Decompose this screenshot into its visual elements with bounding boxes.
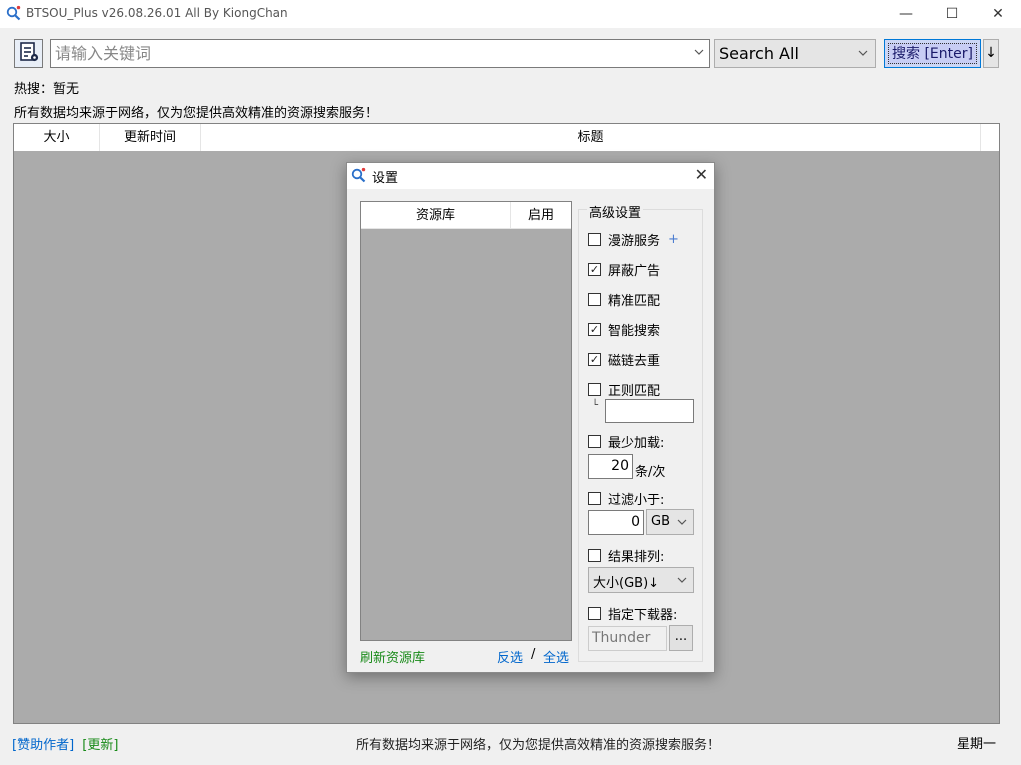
column-header-library[interactable]: 资源库	[361, 202, 511, 229]
checkbox-box[interactable]	[588, 383, 601, 396]
downloader-input[interactable]: Thunder	[588, 626, 667, 651]
checkbox-box[interactable]	[588, 549, 601, 562]
roaming-service-checkbox[interactable]: 漫游服务 +	[588, 230, 679, 249]
search-button[interactable]: 搜索 [Enter]	[884, 39, 981, 68]
search-input[interactable]	[51, 40, 681, 67]
invert-selection-link[interactable]: 反选	[497, 647, 523, 666]
plus-icon[interactable]: +	[668, 232, 679, 247]
column-header-title[interactable]: 标题	[201, 124, 981, 151]
magnifier-icon	[351, 167, 367, 183]
corner-connector-icon: └	[592, 400, 599, 411]
sort-results-value: 大小(GB)↓	[593, 576, 660, 591]
sponsor-link[interactable]: [赞助作者]	[12, 738, 74, 753]
library-list-header: 资源库 启用	[361, 202, 571, 229]
regex-input[interactable]	[605, 399, 694, 423]
checkbox-box[interactable]	[588, 293, 601, 306]
minimize-button[interactable]: —	[883, 0, 929, 28]
checkbox-label: 漫游服务	[608, 234, 661, 249]
regex-match-checkbox[interactable]: 正则匹配	[588, 380, 660, 399]
filter-unit-select[interactable]: GB	[646, 509, 694, 535]
check-icon[interactable]: ✓	[588, 263, 601, 276]
weekday-label: 星期一	[957, 737, 997, 752]
notice-text: 所有数据均来源于网络，仅为您提供高效精准的资源搜索服务！	[14, 106, 379, 121]
dialog-close-button[interactable]: ✕	[695, 165, 708, 184]
smart-search-checkbox[interactable]: ✓ 智能搜索	[588, 320, 660, 339]
chevron-down-icon	[857, 47, 869, 62]
downloader-checkbox[interactable]: 指定下载器:	[588, 604, 677, 623]
table-header: 大小 更新时间 标题	[14, 124, 999, 151]
check-icon[interactable]: ✓	[588, 323, 601, 336]
select-all-link[interactable]: 全选	[543, 647, 569, 666]
check-icon[interactable]: ✓	[588, 353, 601, 366]
checkbox-box[interactable]	[588, 492, 601, 505]
checkbox-box[interactable]	[588, 233, 601, 246]
maximize-button[interactable]: ☐	[929, 0, 975, 28]
dialog-title: 设置	[372, 171, 399, 186]
sort-results-select[interactable]: 大小(GB)↓	[588, 567, 694, 593]
search-scope-select[interactable]: Search All	[714, 39, 876, 68]
search-scope-value: Search All	[719, 44, 799, 63]
checkbox-label: 过滤小于:	[608, 493, 665, 508]
magnifier-icon	[6, 5, 22, 21]
search-button-label: 搜索 [Enter]	[888, 43, 977, 64]
checkbox-label: 屏蔽广告	[608, 264, 661, 279]
hot-searches: 热搜：暂无	[14, 82, 80, 97]
magnet-dedup-checkbox[interactable]: ✓ 磁链去重	[588, 350, 660, 369]
checkbox-label: 磁链去重	[608, 354, 661, 369]
status-links: [赞助作者] [更新]	[12, 734, 118, 753]
min-load-unit: 条/次	[635, 465, 666, 480]
filter-smaller-checkbox[interactable]: 过滤小于:	[588, 489, 664, 508]
checkbox-label: 结果排列:	[608, 550, 665, 565]
checkbox-label: 正则匹配	[608, 384, 661, 399]
checkbox-box[interactable]	[588, 435, 601, 448]
checkbox-label: 精准匹配	[608, 294, 661, 309]
advanced-settings-legend: 高级设置	[587, 202, 644, 221]
title-bar: BTSOU_Plus v26.08.26.01 All By KiongChan…	[0, 0, 1021, 28]
search-combobox[interactable]	[50, 39, 710, 68]
refresh-library-link[interactable]: 刷新资源库	[360, 647, 425, 666]
column-header-enabled[interactable]: 启用	[511, 202, 571, 229]
link-separator: /	[531, 647, 536, 662]
checkbox-label: 智能搜索	[608, 324, 661, 339]
checkbox-label: 最少加载:	[608, 436, 665, 451]
column-header-updated[interactable]: 更新时间	[100, 124, 201, 151]
checkbox-box[interactable]	[588, 607, 601, 620]
status-message: 所有数据均来源于网络，仅为您提供高效精准的资源搜索服务！	[356, 738, 721, 753]
browse-downloader-button[interactable]: ...	[669, 625, 693, 651]
chevron-down-icon[interactable]	[693, 46, 705, 61]
sort-results-checkbox[interactable]: 结果排列:	[588, 546, 664, 565]
close-button[interactable]: ✕	[975, 0, 1021, 28]
column-header-size[interactable]: 大小	[14, 124, 100, 151]
min-load-input[interactable]: 20	[588, 454, 633, 479]
update-link[interactable]: [更新]	[82, 738, 118, 753]
settings-button[interactable]	[14, 39, 43, 68]
filter-unit-value: GB	[651, 514, 670, 529]
chevron-down-icon	[676, 574, 688, 589]
exact-match-checkbox[interactable]: 精准匹配	[588, 290, 660, 309]
block-ads-checkbox[interactable]: ✓ 屏蔽广告	[588, 260, 660, 279]
checkbox-label: 指定下载器:	[608, 608, 678, 623]
chevron-down-icon	[676, 516, 688, 531]
settings-dialog: 设置 ✕ 资源库 启用 刷新资源库 反选 / 全选 高级设置 漫游服务 + ✓ …	[346, 162, 715, 673]
window-title: BTSOU_Plus v26.08.26.01 All By KiongChan	[26, 6, 288, 20]
library-list[interactable]: 资源库 启用	[360, 201, 572, 641]
settings-doc-icon	[18, 41, 40, 67]
min-load-checkbox[interactable]: 最少加载:	[588, 432, 664, 451]
filter-size-input[interactable]: 0	[588, 510, 644, 535]
dialog-title-bar: 设置 ✕	[347, 163, 714, 189]
sort-order-button[interactable]: ↓	[983, 39, 999, 68]
